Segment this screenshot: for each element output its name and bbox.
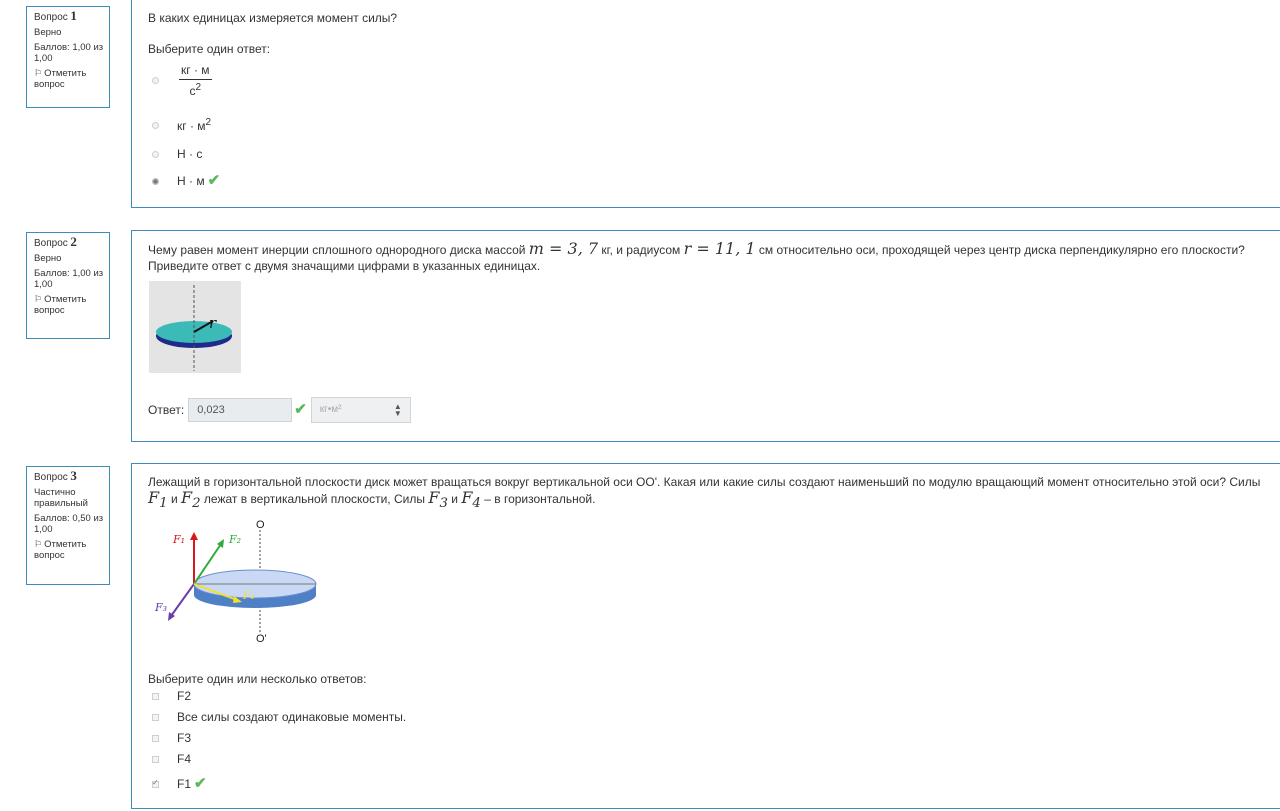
option-label: Н · м xyxy=(177,174,205,188)
option-label: F2 xyxy=(177,689,192,703)
f4-label: F₄ xyxy=(242,591,254,602)
radius-label: r xyxy=(209,314,217,332)
answer-prompt: Выберите один или несколько ответов: xyxy=(148,672,367,686)
checkbox[interactable] xyxy=(152,755,159,763)
force-f1: F1 xyxy=(148,488,168,512)
question-state: Частично правильный xyxy=(34,487,88,509)
question-state: Верно xyxy=(34,253,62,264)
answer-option-1[interactable]: F2 xyxy=(152,689,191,703)
answer-option-2[interactable]: Все силы создают одинаковые моменты. xyxy=(152,710,406,724)
radio-button[interactable] xyxy=(152,150,159,158)
question-content-2: Чему равен момент инерции сплошного одно… xyxy=(131,230,1280,442)
question-text: В каких единицах измеряется момент силы? xyxy=(148,11,398,25)
question-text: Лежащий в горизонтальной плоскости диск … xyxy=(148,475,1261,512)
unit-select[interactable]: кг•м² ▲ ▼ xyxy=(310,397,411,423)
f2-label: F₂ xyxy=(228,533,241,546)
question-grade: Баллов: 0,50 из 1,00 xyxy=(34,513,104,535)
check-icon: ✔ xyxy=(207,172,221,189)
check-icon: ✔ xyxy=(294,401,307,418)
checkbox[interactable] xyxy=(152,734,159,742)
checkbox-checked[interactable] xyxy=(152,778,159,788)
question-info-3: Вопрос 3 Частично правильный Баллов: 0,5… xyxy=(26,466,110,585)
select-arrows-icon: ▲ ▼ xyxy=(393,402,402,418)
answer-option-4[interactable]: Н · м ✔ xyxy=(152,172,221,189)
option-label: F4 xyxy=(177,752,192,766)
answer-option-3[interactable]: Н · с xyxy=(152,147,202,161)
question-grade: Баллов: 1,00 из 1,00 xyxy=(34,42,104,64)
axis-top-label: O xyxy=(256,519,265,531)
radio-button[interactable] xyxy=(152,121,159,129)
question-grade: Баллов: 1,00 из 1,00 xyxy=(34,268,104,290)
question-info-2: Вопрос 2 Верно Баллов: 1,00 из 1,00 ⚐ Отм… xyxy=(26,232,110,339)
answer-option-3[interactable]: F3 xyxy=(152,731,191,745)
flag-question-link[interactable]: ⚐ Отметить вопрос xyxy=(34,539,109,561)
flag-question-link[interactable]: ⚐ Отметить вопрос xyxy=(34,294,109,316)
question-text: Чему равен момент инерции сплошного одно… xyxy=(148,239,1245,274)
f1-label: F₁ xyxy=(172,533,185,546)
option-label: F1 xyxy=(177,777,192,791)
option-label: F3 xyxy=(177,731,192,745)
option-label: Н · с xyxy=(177,147,203,161)
radio-button[interactable] xyxy=(152,77,159,84)
disk-figure: r xyxy=(149,281,241,373)
force-f2: F2 xyxy=(180,488,201,512)
f3-label: F₃ xyxy=(154,601,167,614)
answer-row: Ответ: 0,023 ✔ кг•м² ▲ ▼ xyxy=(148,397,411,423)
force-f3: F3 xyxy=(428,488,448,512)
forces-figure: O O' F₁ F₂ F₃ F₄ xyxy=(149,516,324,646)
question-content-1: В каких единицах измеряется момент силы?… xyxy=(131,0,1280,208)
question-info-1: Вопрос 1 Верно Баллов: 1,00 из 1,00 ⚐ Отм… xyxy=(26,6,110,108)
question-number: Вопрос 3 xyxy=(34,468,77,483)
checkbox[interactable] xyxy=(152,713,159,721)
check-icon: ✔ xyxy=(194,775,207,792)
answer-input[interactable]: 0,023 xyxy=(188,398,293,422)
option-label: кг · м2 xyxy=(177,117,212,133)
answer-label: Ответ: xyxy=(148,403,185,417)
answer-option-4[interactable]: F4 xyxy=(152,752,191,766)
question-number: Вопрос 1 xyxy=(34,8,77,23)
answer-prompt: Выберите один ответ: xyxy=(148,42,271,56)
force-f4: F4 xyxy=(461,488,481,512)
checkbox[interactable] xyxy=(152,692,159,700)
flag-icon: ⚐ xyxy=(34,294,43,304)
answer-option-1[interactable]: кг · м с2 xyxy=(152,63,212,98)
flag-icon: ⚐ xyxy=(34,68,43,78)
fraction-label: кг · м с2 xyxy=(179,63,212,98)
question-content-3: Лежащий в горизонтальной плоскости диск … xyxy=(131,463,1280,809)
answer-option-2[interactable]: кг · м2 xyxy=(152,117,211,133)
flag-question-link[interactable]: ⚐ Отметить вопрос xyxy=(34,68,109,90)
question-state: Верно xyxy=(34,27,62,38)
radio-button-selected[interactable] xyxy=(152,177,159,185)
flag-icon: ⚐ xyxy=(34,539,43,549)
answer-option-5[interactable]: F1 ✔ xyxy=(152,775,207,792)
question-number: Вопрос 2 xyxy=(34,234,77,249)
mass-formula: m = 3, 7 xyxy=(528,239,599,258)
radius-formula: r = 11, 1 xyxy=(683,239,756,258)
option-label: Все силы создают одинаковые моменты. xyxy=(177,710,407,724)
axis-bottom-label: O' xyxy=(256,633,267,645)
